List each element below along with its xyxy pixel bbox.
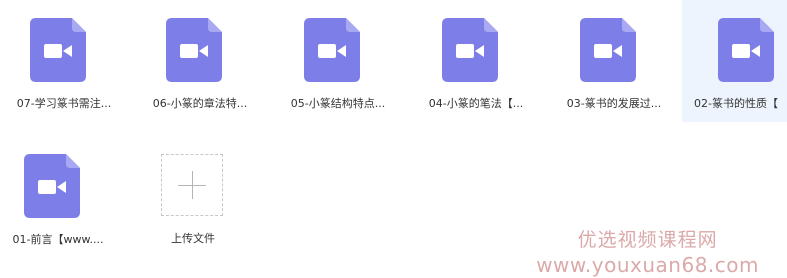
video-file-icon [24, 154, 80, 218]
video-file-icon [442, 18, 498, 82]
file-name: 05-小篆结构特点... [290, 97, 386, 110]
video-file-icon [166, 18, 222, 82]
file-tile[interactable]: 05-小篆结构特点... [276, 0, 400, 122]
file-name: 04-小篆的笔法【... [428, 97, 524, 110]
file-name: 02-篆书的性质【 [694, 97, 778, 110]
watermark-url: www.youxuan68.com [536, 253, 759, 277]
file-tile[interactable]: 04-小篆的笔法【... [414, 0, 538, 122]
upload-button[interactable] [161, 154, 223, 216]
plus-icon-vertical [192, 171, 193, 199]
file-name: 01-前言【www.... [12, 233, 104, 246]
watermark-title: 优选视频课程网 [577, 229, 718, 251]
file-tile[interactable]: 01-前言【www.... [0, 136, 120, 258]
file-tile-selected[interactable]: 02-篆书的性质【 [682, 0, 787, 122]
file-tile[interactable]: 03-篆书的发展过... [552, 0, 676, 122]
file-name: 06-小篆的章法特... [152, 97, 248, 110]
video-file-icon [304, 18, 360, 82]
file-tile[interactable]: 06-小篆的章法特... [138, 0, 262, 122]
video-file-icon [30, 18, 86, 82]
file-tile[interactable]: 07-学习篆书需注... [2, 0, 126, 122]
video-file-icon [718, 18, 774, 82]
upload-label: 上传文件 [171, 232, 215, 245]
video-file-icon [580, 18, 636, 82]
watermark: 优选视频课程网 www.youxuan68.com [536, 228, 759, 278]
file-name: 03-篆书的发展过... [566, 97, 662, 110]
file-name: 07-学习篆书需注... [16, 97, 112, 110]
upload-tile[interactable]: 上传文件 [131, 154, 255, 276]
